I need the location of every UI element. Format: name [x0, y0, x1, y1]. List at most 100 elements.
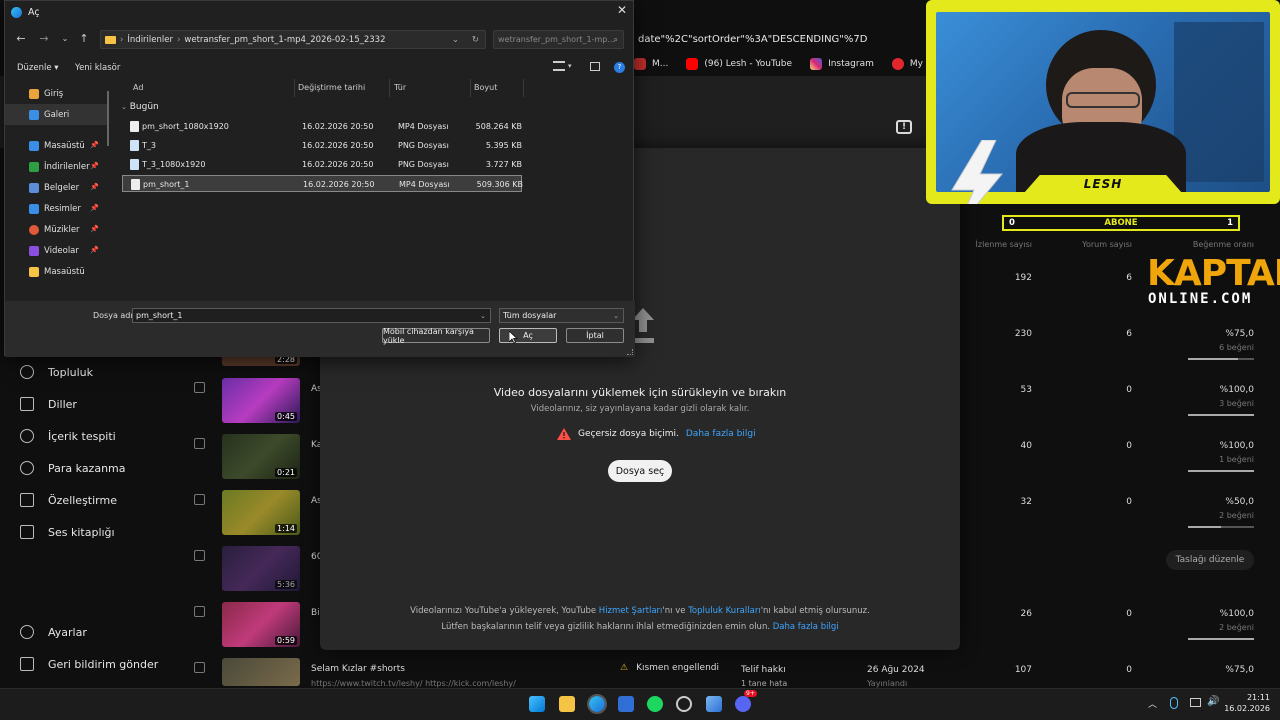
filename-input[interactable]: pm_short_1 ⌄: [132, 308, 491, 323]
photos-icon[interactable]: [706, 696, 722, 712]
nav-item-customization[interactable]: Özelleştirme: [0, 484, 175, 516]
pane-scrollbar[interactable]: [107, 91, 109, 146]
nav-item-feedback[interactable]: Geri bildirim gönder: [0, 648, 175, 680]
video-thumbnail[interactable]: [222, 658, 300, 686]
nav-pane-item[interactable]: İndirilenler 📌: [5, 156, 109, 177]
video-title[interactable]: Selam Kızlar #shorts: [311, 664, 405, 674]
discord-icon[interactable]: 9+: [735, 690, 757, 712]
privacy-learn-more-link[interactable]: Daha fazla bilgi: [773, 622, 839, 632]
file-type-filter[interactable]: Tüm dosyalar ⌄: [499, 308, 624, 323]
breadcrumb-item[interactable]: wetransfer_pm_short_1-mp4_2026-02-15_233…: [184, 35, 385, 45]
bookmark-item[interactable]: M...: [634, 58, 668, 70]
terms-of-service-link[interactable]: Hizmet Şartları: [599, 606, 663, 616]
spotify-icon[interactable]: [647, 696, 663, 712]
feedback-icon[interactable]: !: [896, 120, 912, 134]
microphone-icon[interactable]: [1170, 697, 1178, 709]
column-header-name[interactable]: Ad: [133, 83, 143, 92]
start-icon[interactable]: [529, 696, 545, 712]
video-thumbnail[interactable]: 0:21: [222, 434, 300, 479]
column-header-size[interactable]: Boyut: [474, 83, 497, 92]
file-row[interactable]: T_3 16.02.2026 20:50 PNG Dosyası 5.395 KB: [122, 137, 522, 154]
nav-pane-item[interactable]: Giriş: [5, 83, 109, 104]
nav-pane-item[interactable]: Resimler 📌: [5, 198, 109, 219]
video-thumbnail[interactable]: 0:59: [222, 602, 300, 647]
column-divider[interactable]: [523, 79, 524, 97]
row-checkbox[interactable]: [194, 550, 205, 561]
community-guidelines-link[interactable]: Topluluk Kuralları: [688, 606, 761, 616]
nav-pane-item[interactable]: Videolar 📌: [5, 240, 109, 261]
file-row-selected[interactable]: pm_short_1 16.02.2026 20:50 MP4 Dosyası 509…: [122, 175, 523, 192]
search-input[interactable]: wetransfer_pm_short_1-mp... ⌕: [493, 30, 624, 49]
organize-button[interactable]: Düzenle ▾: [17, 63, 59, 73]
file-row[interactable]: T_3_1080x1920 16.02.2026 20:50 PNG Dosyası…: [122, 156, 522, 173]
column-header-comments[interactable]: Yorum sayısı: [1070, 240, 1132, 249]
nav-item-audio-library[interactable]: Ses kitaplığı: [0, 516, 175, 548]
column-divider[interactable]: [470, 79, 471, 97]
open-button[interactable]: Aç: [499, 328, 557, 343]
resize-grip-icon[interactable]: [627, 349, 633, 355]
view-options-icon[interactable]: [553, 61, 565, 71]
restriction-detail[interactable]: 1 tane hata: [741, 679, 787, 688]
chevron-down-icon[interactable]: ▾: [568, 62, 572, 70]
row-checkbox[interactable]: [194, 606, 205, 617]
back-icon[interactable]: ←: [13, 31, 29, 47]
preview-pane-icon[interactable]: [590, 62, 600, 71]
chevron-down-icon[interactable]: ⌄: [480, 312, 486, 320]
forward-icon[interactable]: →: [36, 31, 52, 47]
nav-pane-item[interactable]: Galeri: [5, 104, 109, 125]
nav-item-settings[interactable]: Ayarlar: [0, 616, 175, 648]
column-header-modified[interactable]: Değiştirme tarihi: [298, 83, 365, 92]
obs-icon[interactable]: [676, 696, 692, 712]
select-files-button[interactable]: Dosya seç: [608, 460, 672, 482]
video-title[interactable]: Bi: [311, 608, 320, 618]
row-checkbox[interactable]: [194, 382, 205, 393]
help-icon[interactable]: ?: [614, 62, 625, 73]
outlook-icon[interactable]: [618, 696, 634, 712]
upload-from-mobile-button[interactable]: Mobil cihazdan karşıya yükle: [382, 327, 490, 345]
row-checkbox[interactable]: [194, 438, 205, 449]
column-header-ratio[interactable]: Beğenme oranı: [1190, 240, 1254, 249]
bookmark-item[interactable]: Instagram: [810, 58, 874, 70]
row-checkbox[interactable]: [194, 662, 205, 673]
comments-cell: 0: [1126, 609, 1132, 619]
display-icon[interactable]: [1190, 698, 1201, 707]
file-explorer-icon[interactable]: [559, 696, 575, 712]
refresh-icon[interactable]: ↻: [472, 35, 479, 45]
edge-taskbar-icon[interactable]: [587, 694, 607, 714]
close-icon[interactable]: ✕: [613, 3, 631, 19]
path-bar[interactable]: › İndirilenler › wetransfer_pm_short_1-m…: [100, 30, 486, 49]
nav-item-monetization[interactable]: Para kazanma: [0, 452, 175, 484]
chevron-up-icon[interactable]: ︿: [1148, 697, 1157, 710]
video-thumbnail[interactable]: 5:36: [222, 546, 300, 591]
nav-pane-item[interactable]: Belgeler 📌: [5, 177, 109, 198]
nav-item-languages[interactable]: Diller: [0, 388, 175, 420]
breadcrumb-item[interactable]: İndirilenler: [127, 35, 173, 45]
error-learn-more-link[interactable]: Daha fazla bilgi: [686, 429, 756, 439]
new-folder-button[interactable]: Yeni klasör: [75, 63, 120, 73]
column-header-type[interactable]: Tür: [394, 83, 406, 92]
nav-pane-item[interactable]: Masaüstü 📌: [5, 135, 109, 156]
volume-icon[interactable]: 🔊: [1207, 696, 1219, 707]
bookmark-item[interactable]: (96) Lesh - YouTube: [686, 58, 792, 70]
nav-item-community[interactable]: Topluluk: [0, 356, 175, 388]
video-thumbnail[interactable]: 1:14: [222, 490, 300, 535]
file-row[interactable]: pm_short_1080x1920 16.02.2026 20:50 MP4 Do…: [122, 118, 522, 135]
nav-pane-item[interactable]: Müzikler 📌: [5, 219, 109, 240]
clock[interactable]: 21:11 16.02.2026: [1224, 692, 1270, 714]
nav-pane-item[interactable]: Masaüstü: [5, 261, 109, 282]
group-header[interactable]: ⌄ Bugün: [121, 102, 159, 112]
column-header-views[interactable]: İzlenme sayısı: [970, 240, 1032, 249]
column-divider[interactable]: [389, 79, 390, 97]
row-checkbox[interactable]: [194, 494, 205, 505]
up-icon[interactable]: ↑: [76, 31, 92, 47]
chevron-down-icon[interactable]: ⌄: [613, 312, 619, 320]
nav-label: Geri bildirim gönder: [48, 657, 159, 671]
nav-item-content-detection[interactable]: İçerik tespiti: [0, 420, 175, 452]
chevron-down-icon[interactable]: ⌄: [57, 31, 73, 47]
edit-draft-button[interactable]: Taslağı düzenle: [1166, 550, 1254, 570]
video-thumbnail[interactable]: 0:45: [222, 378, 300, 423]
dropdown-icon[interactable]: ⌄: [452, 35, 459, 45]
address-bar[interactable]: date"%2C"sortOrder"%3A"DESCENDING"%7D: [636, 28, 936, 50]
cancel-button[interactable]: İptal: [566, 328, 624, 343]
column-divider[interactable]: [294, 79, 295, 97]
